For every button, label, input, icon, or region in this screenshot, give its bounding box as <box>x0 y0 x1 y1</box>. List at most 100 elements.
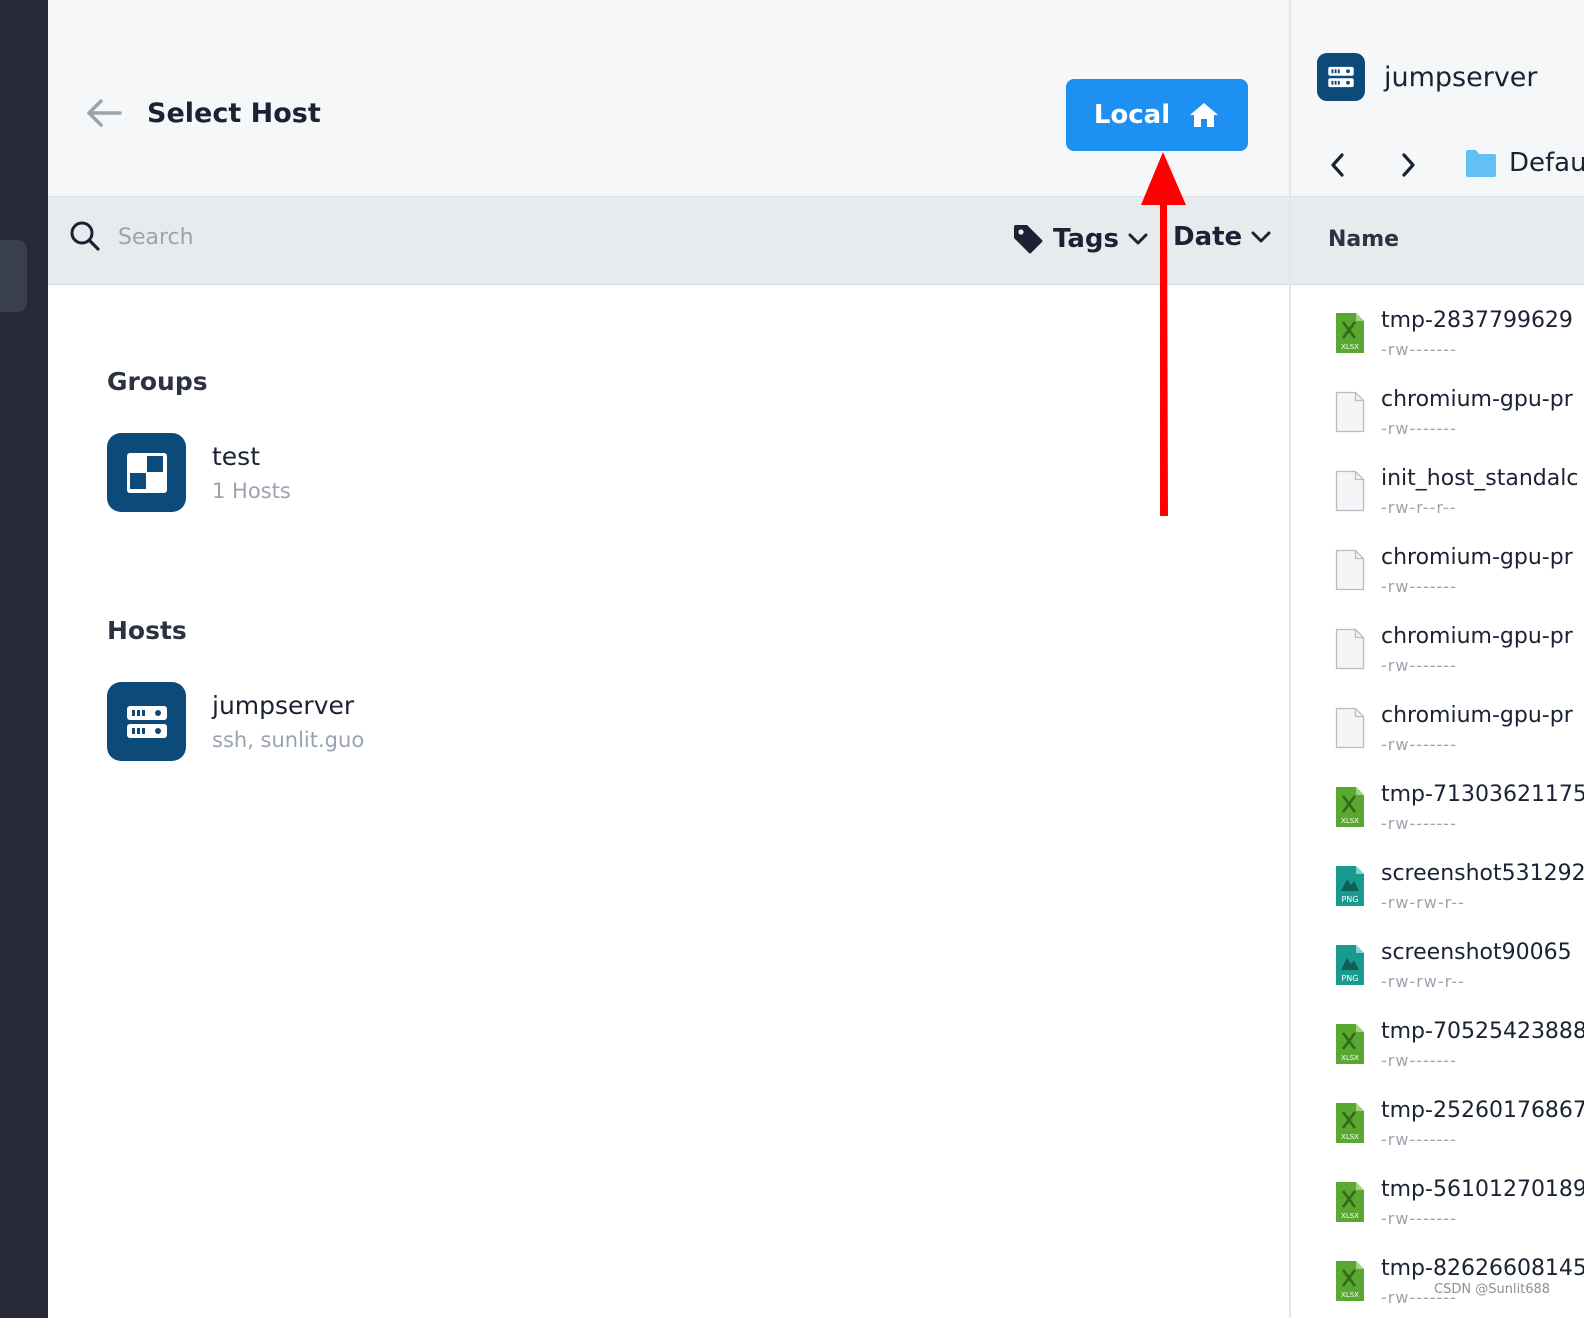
groups-section-title: Groups <box>107 367 208 396</box>
png-file-icon: PNG <box>1335 944 1365 990</box>
nav-forward-button[interactable] <box>1395 150 1421 180</box>
svg-text:XLSX: XLSX <box>1341 1054 1359 1062</box>
file-icon <box>1335 628 1365 674</box>
file-permissions: -rw------- <box>1381 814 1457 833</box>
file-permissions: -rw------- <box>1381 577 1457 596</box>
file-permissions: -rw------- <box>1381 1209 1457 1228</box>
back-button[interactable] <box>84 96 124 130</box>
folder-icon <box>1466 150 1496 177</box>
file-icon <box>1335 470 1365 516</box>
file-name: tmp-82626608145 <box>1381 1256 1584 1281</box>
search-input[interactable] <box>118 222 918 252</box>
file-icon <box>1335 549 1365 595</box>
host-name: jumpserver <box>212 691 355 720</box>
file-name: init_host_standalc <box>1381 466 1579 491</box>
file-name: chromium-gpu-pr <box>1381 545 1573 570</box>
host-card-jumpserver[interactable]: jumpserver ssh, sunlit.guo <box>107 682 364 761</box>
file-permissions: -rw------- <box>1381 1051 1457 1070</box>
file-row[interactable]: chromium-gpu-pr -rw------- <box>1291 606 1584 685</box>
chevron-left-icon <box>1331 153 1344 177</box>
sftp-host-name: jumpserver <box>1384 62 1538 93</box>
file-permissions: -rw-rw-r-- <box>1381 972 1465 991</box>
panel-header: Select Host Local <box>48 0 1289 197</box>
file-name: tmp-56101270189 <box>1381 1177 1584 1202</box>
arrow-left-icon <box>87 99 122 127</box>
file-name: chromium-gpu-pr <box>1381 624 1573 649</box>
xlsx-file-icon: XLSX <box>1335 786 1365 832</box>
svg-text:XLSX: XLSX <box>1341 343 1359 351</box>
file-permissions: -rw------- <box>1381 1130 1457 1149</box>
file-row[interactable]: XLSX tmp-2837799629 -rw------- <box>1291 290 1584 369</box>
group-name: test <box>212 442 261 471</box>
file-list-header: Name <box>1291 197 1584 285</box>
xlsx-file-icon: XLSX <box>1335 1102 1365 1148</box>
date-filter-label: Date <box>1173 222 1243 252</box>
file-name: chromium-gpu-pr <box>1381 387 1573 412</box>
page-title: Select Host <box>147 98 321 129</box>
path-breadcrumb[interactable]: Defau <box>1465 148 1584 178</box>
sftp-panel: jumpserver Defau Name XLSX tmp-2837799629… <box>1289 0 1584 1318</box>
file-permissions: -rw-r--r-- <box>1381 498 1457 517</box>
local-button[interactable]: Local <box>1066 79 1248 151</box>
file-name: chromium-gpu-pr <box>1381 703 1573 728</box>
file-row[interactable]: init_host_standalc -rw-r--r-- <box>1291 448 1584 527</box>
file-row[interactable]: XLSX tmp-71303621175 -rw------- <box>1291 764 1584 843</box>
home-icon <box>1190 103 1219 127</box>
chevron-down-icon <box>1128 233 1148 245</box>
group-card-test[interactable]: test 1 Hosts <box>107 433 291 512</box>
file-row[interactable]: XLSX tmp-56101270189 -rw------- <box>1291 1159 1584 1238</box>
file-permissions: -rw------- <box>1381 419 1457 438</box>
file-permissions: -rw------- <box>1381 656 1457 675</box>
date-filter-dropdown[interactable]: Date <box>1173 222 1272 252</box>
group-tile <box>107 433 186 512</box>
file-row[interactable]: chromium-gpu-pr -rw------- <box>1291 527 1584 606</box>
file-row[interactable]: chromium-gpu-pr -rw------- <box>1291 369 1584 448</box>
app-sidebar <box>0 0 48 1318</box>
svg-text:XLSX: XLSX <box>1341 1212 1359 1220</box>
name-column-header[interactable]: Name <box>1328 227 1399 252</box>
file-permissions: -rw------- <box>1381 340 1457 359</box>
sftp-host-tile <box>1317 53 1365 101</box>
xlsx-file-icon: XLSX <box>1335 1260 1365 1306</box>
tag-icon <box>1014 225 1043 254</box>
file-row[interactable]: XLSX tmp-25260176867 -rw------- <box>1291 1080 1584 1159</box>
file-name: screenshot531292 <box>1381 861 1584 886</box>
file-name: tmp-25260176867 <box>1381 1098 1584 1123</box>
xlsx-file-icon: XLSX <box>1335 312 1365 358</box>
local-button-label: Local <box>1093 100 1171 130</box>
svg-text:PNG: PNG <box>1341 895 1358 904</box>
xlsx-file-icon: XLSX <box>1335 1023 1365 1069</box>
select-host-panel: Select Host Local Tags Date Groups <box>48 0 1289 1318</box>
file-name: tmp-2837799629 <box>1381 308 1573 333</box>
watermark: CSDN @Sunlit688 <box>1434 1282 1551 1297</box>
hosts-section-title: Hosts <box>107 616 187 645</box>
file-name: screenshot90065 <box>1381 940 1572 965</box>
host-tile <box>107 682 186 761</box>
svg-text:XLSX: XLSX <box>1341 817 1359 825</box>
sidebar-active-indicator[interactable] <box>0 240 27 312</box>
chevron-right-icon <box>1402 153 1415 177</box>
file-name: tmp-70525423888 <box>1381 1019 1584 1044</box>
file-row[interactable]: PNG screenshot531292 -rw-rw-r-- <box>1291 843 1584 922</box>
png-file-icon: PNG <box>1335 865 1365 911</box>
nav-back-button[interactable] <box>1325 150 1351 180</box>
file-permissions: -rw-rw-r-- <box>1381 893 1465 912</box>
host-details: ssh, sunlit.guo <box>212 728 365 752</box>
file-row[interactable]: XLSX tmp-70525423888 -rw------- <box>1291 1001 1584 1080</box>
tags-filter-dropdown[interactable]: Tags <box>1011 222 1149 256</box>
server-icon <box>126 705 167 738</box>
file-permissions: -rw------- <box>1381 735 1457 754</box>
svg-text:XLSX: XLSX <box>1341 1291 1359 1299</box>
folder-label: Defau <box>1509 148 1584 178</box>
file-row[interactable]: XLSX tmp-82626608145 -rw------- <box>1291 1238 1584 1317</box>
file-name: tmp-71303621175 <box>1381 782 1584 807</box>
group-host-count: 1 Hosts <box>212 479 291 503</box>
svg-text:PNG: PNG <box>1341 974 1358 983</box>
file-icon <box>1335 391 1365 437</box>
group-icon <box>126 452 167 493</box>
file-row[interactable]: chromium-gpu-pr -rw------- <box>1291 685 1584 764</box>
svg-text:XLSX: XLSX <box>1341 1133 1359 1141</box>
xlsx-file-icon: XLSX <box>1335 1181 1365 1227</box>
file-icon <box>1335 707 1365 753</box>
file-row[interactable]: PNG screenshot90065 -rw-rw-r-- <box>1291 922 1584 1001</box>
